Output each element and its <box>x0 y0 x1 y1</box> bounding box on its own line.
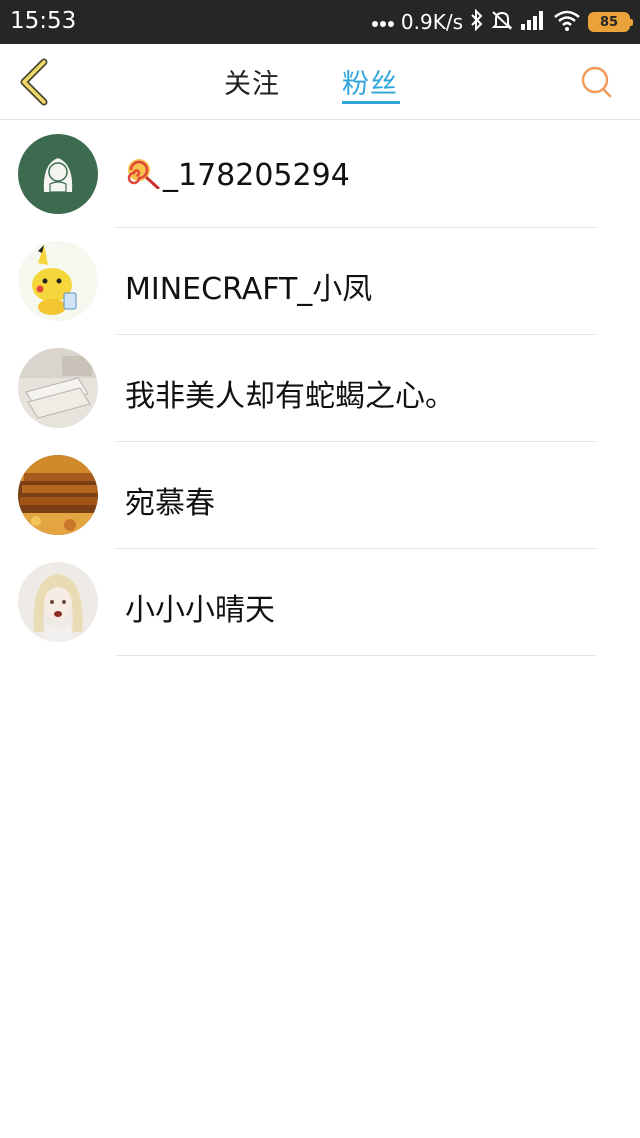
search-button[interactable] <box>580 65 614 99</box>
books-avatar-icon <box>18 348 98 428</box>
list-item[interactable]: 小小小晴天 <box>0 549 640 656</box>
list-item[interactable]: _178205294 <box>0 121 640 228</box>
wifi-icon <box>553 9 581 35</box>
status-bar: 15:53 0.9K/s 85 <box>0 0 640 44</box>
fan-name: _178205294 <box>125 157 350 197</box>
list-item[interactable]: 我非美人却有蛇蝎之心。 <box>0 335 640 442</box>
avatar[interactable] <box>18 455 98 535</box>
status-icons: 0.9K/s 85 <box>371 7 633 37</box>
battery-icon: 85 <box>588 12 633 32</box>
avatar[interactable] <box>18 348 98 428</box>
mute-bell-icon <box>491 9 513 35</box>
divider <box>116 655 596 656</box>
anime-girl-avatar-icon <box>18 562 98 642</box>
avatar[interactable] <box>18 562 98 642</box>
network-speed: 0.9K/s <box>400 10 463 34</box>
signal-icon <box>520 10 546 34</box>
tab-fans[interactable]: 粉丝 <box>342 62 398 101</box>
fan-name-text: _178205294 <box>163 158 350 193</box>
fan-name: MINECRAFT_小凤 <box>125 272 373 307</box>
tab-follow[interactable]: 关注 <box>224 62 280 101</box>
back-button[interactable] <box>14 56 54 108</box>
avatar[interactable] <box>18 241 98 321</box>
bench-avatar-icon <box>18 455 98 535</box>
fans-list: _178205294 MINECRAFT_小凤 我非美人却有蛇蝎之心。 宛慕春 … <box>0 121 640 656</box>
pikachu-avatar-icon <box>18 241 98 321</box>
bluetooth-icon <box>470 8 484 35</box>
status-time: 15:53 <box>10 8 77 34</box>
list-item[interactable]: 宛慕春 <box>0 442 640 549</box>
fan-name: 我非美人却有蛇蝎之心。 <box>125 379 455 414</box>
fan-name: 宛慕春 <box>125 486 215 521</box>
active-tab-indicator <box>342 101 400 104</box>
lollipop-icon <box>125 157 161 197</box>
list-item[interactable]: MINECRAFT_小凤 <box>0 228 640 335</box>
dots-icon <box>371 13 394 32</box>
avatar[interactable] <box>18 134 98 214</box>
fan-name: 小小小晴天 <box>125 593 275 628</box>
green-sketch-avatar-icon <box>18 134 98 214</box>
top-nav: 关注 粉丝 <box>0 44 640 120</box>
search-icon <box>581 66 612 98</box>
chevron-left-icon <box>20 58 48 106</box>
